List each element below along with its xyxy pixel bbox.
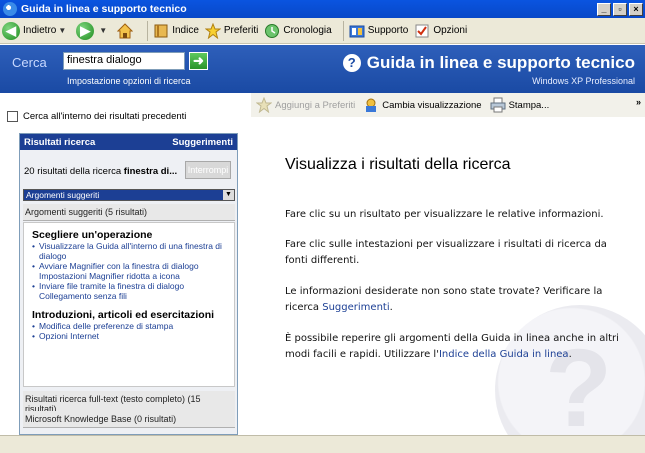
results-panel: Risultati ricerca Suggerimenti 20 risult… (19, 133, 238, 435)
toolbar-overflow-chevron-icon[interactable]: » (636, 97, 641, 107)
stop-button[interactable]: Interrompi (185, 161, 231, 179)
home-icon (117, 22, 134, 38)
forward-arrow-icon: ▶ (76, 21, 95, 40)
forward-button[interactable]: ▶ ▼ (76, 21, 111, 40)
results-category-dropdown[interactable]: Argomenti suggeriti ▼ (23, 189, 235, 201)
change-view-label: Cambia visualizzazione (382, 99, 482, 111)
suggestions-tab[interactable]: Suggerimenti (172, 137, 233, 148)
search-input[interactable]: finestra dialogo (63, 52, 185, 70)
suggested-topics-list: Scegliere un'operazione Visualizzare la … (23, 222, 235, 387)
search-results-pane: Cerca all'interno dei risultati preceden… (0, 93, 251, 435)
p4-end: . (568, 349, 572, 360)
help-watermark-icon: ? (495, 305, 645, 435)
toolbar-label-indice: Indice (172, 25, 199, 36)
print-button[interactable]: Stampa... (490, 97, 550, 113)
maximize-button[interactable]: ▫ (613, 2, 627, 16)
search-header: Cerca finestra dialogo ➜ Impostazione op… (0, 45, 645, 93)
star-add-icon (256, 97, 272, 113)
change-view-icon (366, 98, 377, 112)
content-pane: ? Visualizza i risultati della ricerca F… (251, 117, 645, 435)
toolbar-item-cronologia[interactable]: Cronologia (264, 23, 332, 39)
results-count-prefix: 20 risultati della ricerca (24, 166, 124, 177)
list-item[interactable]: Visualizzare la Guida all'interno di una… (32, 241, 226, 261)
list-item[interactable]: Opzioni Internet (32, 331, 226, 341)
help-center-title: ? Guida in linea e supporto tecnico (342, 53, 635, 73)
back-dropdown-icon[interactable]: ▼ (58, 26, 66, 35)
toolbar-label-cronologia: Cronologia (283, 25, 332, 36)
help-index-link[interactable]: Indice della Guida in linea (439, 349, 569, 360)
results-count: 20 risultati della ricerca finestra di..… (24, 166, 177, 177)
list-item[interactable]: Avviare Magnifier con la finestra di dia… (32, 261, 226, 281)
print-label: Stampa... (508, 99, 550, 111)
results-title: Risultati ricerca (24, 136, 96, 148)
content-toolbar: Aggiungi a Preferiti Cambia visualizzazi… (251, 93, 645, 117)
toolbar-item-indice[interactable]: Indice (153, 23, 199, 39)
checkbox-box[interactable] (7, 111, 18, 122)
add-favorites-label: Aggiungi a Preferiti (275, 99, 356, 111)
status-bar (0, 435, 645, 453)
book-icon (154, 24, 168, 37)
group-operations: Scegliere un'operazione Visualizzare la … (32, 229, 226, 301)
section-suggested-topics[interactable]: Argomenti suggeriti (5 risultati) (23, 204, 235, 221)
options-icon (415, 24, 429, 37)
toolbar-separator (147, 20, 149, 41)
back-label: Indietro (23, 25, 57, 36)
group-title: Introduzioni, articoli ed esercitazioni (32, 309, 215, 321)
content-paragraph-1: Fare clic su un risultato per visualizza… (285, 209, 604, 220)
search-options-link[interactable]: Impostazione opzioni di ricerca (67, 76, 191, 86)
content-heading: Visualizza i risultati della ricerca (285, 156, 511, 173)
toolbar-separator-2 (342, 20, 344, 41)
printer-icon (490, 97, 506, 113)
toolbar-label-opzioni: Opzioni (433, 25, 468, 36)
checkbox-label: Cerca all'interno dei risultati preceden… (23, 111, 187, 122)
group-articles: Introduzioni, articoli ed esercitazioni … (32, 309, 226, 341)
dropdown-value: Argomenti suggeriti (26, 190, 100, 200)
suggestions-link[interactable]: Suggerimenti (322, 302, 389, 313)
toolbar-item-opzioni[interactable]: Opzioni (414, 23, 467, 39)
results-header: Risultati ricerca Suggerimenti (20, 134, 237, 150)
change-view-button[interactable]: Cambia visualizzazione (363, 97, 482, 113)
header-title-text: Guida in linea e supporto tecnico (366, 53, 635, 72)
p3-end: . (389, 302, 393, 313)
main-toolbar: ◀ Indietro ▼ ▶ ▼ Indice Preferiti Cronol… (0, 18, 645, 44)
title-bar: Guida in linea e supporto tecnico _ ▫ × (0, 0, 645, 18)
header-subtitle: Windows XP Professional (532, 76, 635, 86)
add-favorites-button[interactable]: Aggiungi a Preferiti (256, 97, 355, 113)
toolbar-item-preferiti[interactable]: Preferiti (204, 22, 259, 39)
back-button[interactable]: ◀ Indietro ▼ (2, 21, 70, 40)
support-icon (349, 25, 365, 37)
dropdown-arrow-icon[interactable]: ▼ (223, 190, 234, 200)
close-button[interactable]: × (629, 2, 643, 16)
star-icon (204, 22, 221, 39)
home-button[interactable] (117, 22, 136, 39)
help-app-icon (3, 2, 17, 16)
toolbar-label-supporto: Supporto (367, 25, 409, 36)
toolbar-label-preferiti: Preferiti (223, 25, 259, 36)
search-label: Cerca (12, 55, 47, 70)
forward-dropdown-icon[interactable]: ▼ (99, 26, 107, 35)
group-title: Scegliere un'operazione (32, 229, 153, 241)
back-arrow-icon: ◀ (2, 21, 20, 40)
search-within-results-checkbox[interactable]: Cerca all'interno dei risultati preceden… (7, 111, 186, 122)
search-go-button[interactable]: ➜ (189, 52, 208, 70)
minimize-button[interactable]: _ (597, 2, 611, 16)
window-title: Guida in linea e supporto tecnico (21, 3, 187, 15)
list-item[interactable]: Inviare file tramite la finestra di dial… (32, 281, 226, 301)
history-icon (265, 23, 280, 38)
help-question-icon: ? (342, 54, 361, 72)
list-item[interactable]: Modifica delle preferenze di stampa (32, 321, 226, 331)
toolbar-item-supporto[interactable]: Supporto (349, 23, 409, 39)
content-paragraph-2: Fare clic sulle intestazioni per visuali… (285, 239, 607, 266)
content-paragraph-3: Le informazioni desiderate non sono stat… (285, 284, 625, 316)
results-count-term: finestra di... (123, 166, 178, 177)
section-knowledge-base[interactable]: Microsoft Knowledge Base (0 risultati) (23, 411, 235, 428)
content-paragraph-4: È possibile reperire gli argomenti della… (285, 331, 625, 363)
